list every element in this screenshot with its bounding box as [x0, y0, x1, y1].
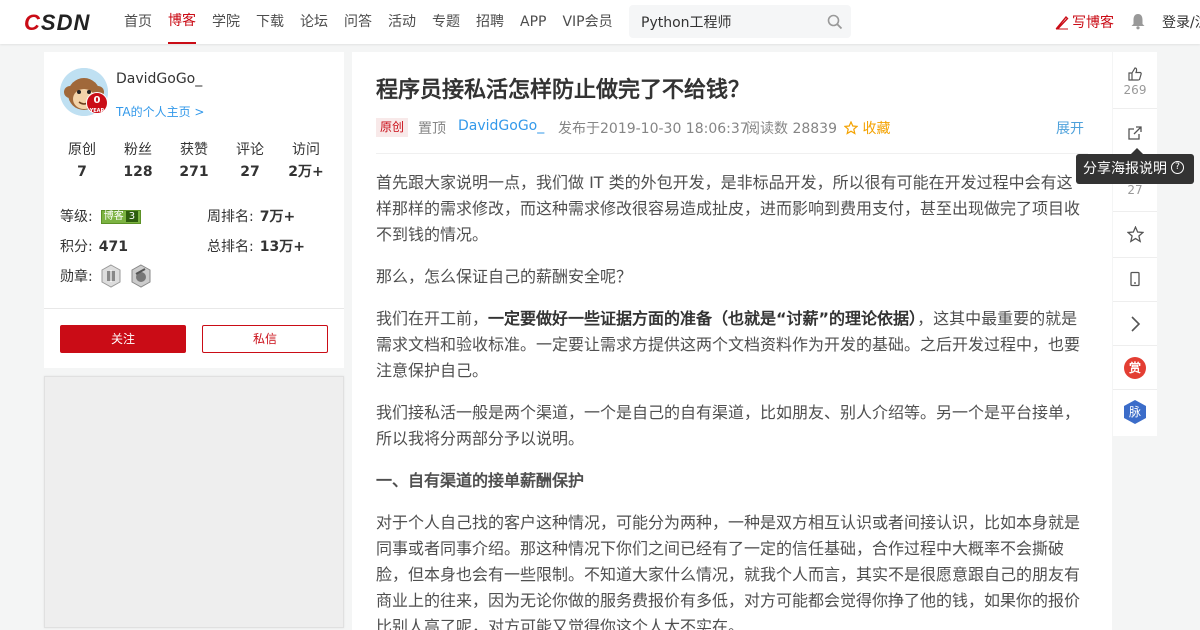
right-toolbar: 269 27 赏 脉 [1113, 52, 1157, 436]
read-count: 阅读数 28839 [746, 121, 837, 137]
total-rank-row: 总排名: 13万+ [207, 239, 305, 255]
nav-item-download[interactable]: 下载 [256, 0, 284, 44]
search-input[interactable] [629, 5, 819, 38]
main-nav: 首页 博客 学院 下载 论坛 问答 活动 专题 招聘 APP VIP会员 [124, 0, 629, 44]
share-poster-tooltip: 分享海报说明? [1076, 148, 1194, 184]
nav-item-qa[interactable]: 问答 [344, 0, 372, 44]
stat-visits: 访问 2万+ [288, 142, 324, 180]
follow-button[interactable]: 关注 [60, 325, 186, 353]
medals-label: 勋章: [60, 269, 93, 285]
article-container: 程序员接私活怎样防止做完了不给钱？ 原创 置顶 DavidGoGo_ 发布于20… [352, 52, 1112, 630]
bell-icon[interactable] [1129, 12, 1147, 30]
search-box [629, 5, 851, 38]
nav-item-blog[interactable]: 博客 [168, 0, 196, 44]
collect-button[interactable]: 收藏 [843, 118, 890, 138]
reward-icon: 赏 [1124, 357, 1146, 379]
write-blog-label: 写博客 [1072, 15, 1114, 31]
nav-item-vip[interactable]: VIP会员 [562, 0, 612, 44]
star-icon [843, 120, 859, 135]
comment-count: 27 [1127, 183, 1143, 197]
sidebar-placeholder-card [44, 376, 344, 628]
search-icon[interactable] [827, 14, 843, 30]
article-paragraph: 首先跟大家说明一点，我们做 IT 类的外包开发，是非标品开发，所以很有可能在开发… [376, 173, 1081, 244]
mobile-icon [1130, 271, 1140, 287]
author-username[interactable]: DavidGoGo_ [116, 71, 202, 87]
nav-item-jobs[interactable]: 招聘 [476, 0, 504, 44]
reward-button[interactable]: 赏 [1113, 346, 1157, 390]
nav-item-home[interactable]: 首页 [124, 0, 152, 44]
like-count: 269 [1123, 83, 1147, 97]
maimai-button[interactable]: 脉 [1113, 390, 1157, 436]
author-stats: 原创 7 粉丝 128 获赞 271 评论 27 访问 2万+ [60, 140, 328, 184]
write-blog-button[interactable]: 写博客 [1054, 12, 1114, 32]
article-author-link[interactable]: DavidGoGo_ [458, 118, 544, 134]
next-article-button[interactable] [1113, 302, 1157, 346]
article-title: 程序员接私活怎样防止做完了不给钱？ [376, 78, 751, 103]
article-section-heading: 一、自有渠道的接单薪酬保护 [376, 471, 585, 490]
nav-item-topics[interactable]: 专题 [432, 0, 460, 44]
profile-divider [44, 308, 344, 309]
medal-icon[interactable] [99, 264, 123, 288]
pen-icon [1055, 15, 1069, 30]
stat-comments: 评论 27 [236, 142, 264, 180]
like-button[interactable]: 269 [1113, 52, 1157, 109]
publish-time: 发布于2019-10-30 18:06:37 [558, 121, 749, 137]
favorite-button[interactable] [1113, 212, 1157, 258]
thumbs-up-icon [1128, 67, 1142, 81]
star-icon [1126, 226, 1144, 243]
top-navbar: CSDN 首页 博客 学院 下载 论坛 问答 活动 专题 招聘 APP VIP会… [0, 0, 1200, 44]
mobile-view-button[interactable] [1113, 258, 1157, 302]
article-paragraph: 我们接私活一般是两个渠道，一个是自己的自有渠道，比如朋友、别人介绍等。另一个是平… [376, 403, 1081, 448]
stat-fans[interactable]: 粉丝 128 [116, 140, 160, 184]
login-link[interactable]: 登录/注册 [1162, 12, 1200, 32]
points-row: 积分: 471 [60, 239, 128, 255]
stat-original[interactable]: 原创 7 [60, 140, 104, 184]
meta-divider [376, 153, 1088, 154]
year-badge: 0 YEAR [86, 92, 108, 114]
expand-link[interactable]: 展开 [1056, 118, 1084, 138]
nav-item-app[interactable]: APP [520, 0, 546, 44]
article-content: 首先跟大家说明一点，我们做 IT 类的外包开发，是非标品开发，所以很有可能在开发… [376, 170, 1088, 630]
chevron-right-icon [1131, 316, 1141, 332]
maimai-icon: 脉 [1124, 400, 1146, 424]
level-badge[interactable]: 博客 3 [100, 210, 142, 224]
private-message-button[interactable]: 私信 [202, 325, 328, 353]
nav-item-academy[interactable]: 学院 [212, 0, 240, 44]
article-meta: 原创 置顶 DavidGoGo_ 发布于2019-10-30 18:06:37 … [376, 118, 1088, 138]
question-icon[interactable]: ? [1171, 160, 1184, 174]
csdn-logo[interactable]: CSDN [24, 10, 90, 36]
stat-likes: 获赞 271 [179, 142, 209, 180]
article-paragraph: 对于个人自己找的客户这种情况，可能分为两种，一种是双方相互认识或者间接认识，比如… [376, 513, 1081, 630]
nav-item-forum[interactable]: 论坛 [300, 0, 328, 44]
pinned-label: 置顶 [418, 121, 446, 137]
medal-icon[interactable] [129, 264, 153, 288]
weekly-rank-row: 周排名: 7万+ [207, 209, 296, 225]
nav-item-events[interactable]: 活动 [388, 0, 416, 44]
original-tag: 原创 [376, 118, 409, 137]
article-paragraph: 我们在开工前，一定要做好一些证据方面的准备（也就是“讨薪”的理论依据），这其中最… [376, 309, 1081, 380]
author-profile-card: 0 YEAR DavidGoGo_ TA的个人主页 > 原创 7 粉丝 128 获赞 2… [44, 52, 344, 368]
article-paragraph: 那么，怎么保证自己的薪酬安全呢？ [376, 267, 633, 286]
author-homepage-link[interactable]: TA的个人主页 > [116, 103, 204, 120]
level-row: 等级: 博客 3 [60, 206, 142, 226]
share-icon [1128, 126, 1142, 140]
